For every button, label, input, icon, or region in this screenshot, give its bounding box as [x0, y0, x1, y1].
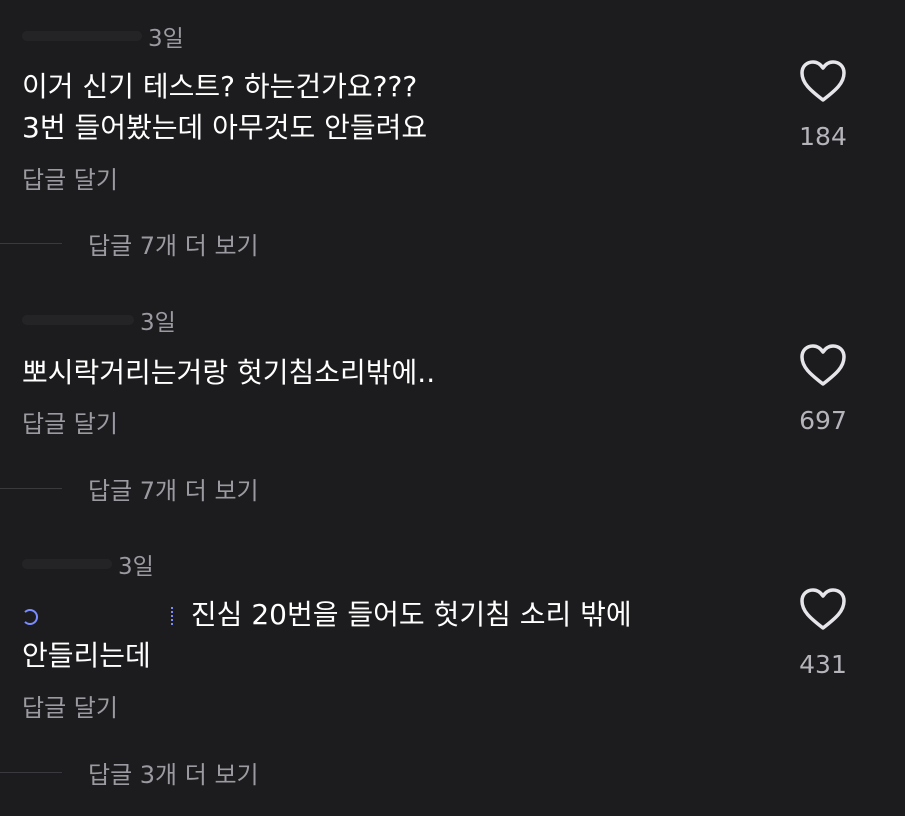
view-more-replies[interactable]: 답글 7개 더 보기	[0, 473, 259, 505]
reply-button[interactable]: 답글 달기	[22, 688, 118, 723]
comment-meta: 3일	[22, 306, 176, 336]
comment-line-2: 안들리는데	[22, 639, 151, 672]
comment-time: 3일	[148, 26, 184, 52]
comment-text: 진심 20번을 들어도 헛기침 소리 밖에 안들리는데	[22, 594, 722, 676]
comment-time: 3일	[118, 554, 154, 580]
comment-line-1: 진심 20번을 들어도 헛기침 소리 밖에	[190, 598, 632, 631]
like-button[interactable]: 697	[797, 342, 849, 435]
view-more-replies[interactable]: 답글 7개 더 보기	[0, 228, 259, 260]
like-count: 431	[799, 650, 847, 679]
comment-line-1: 뽀시락거리는거랑 헛기침소리밖에..	[22, 356, 436, 389]
heart-outline-icon	[800, 588, 846, 630]
divider-line	[0, 771, 62, 773]
mention-tail	[171, 607, 176, 625]
reply-button[interactable]: 답글 달기	[22, 404, 118, 439]
author-name[interactable]	[22, 315, 134, 325]
comment-meta: 3일	[22, 22, 184, 52]
like-count: 184	[799, 122, 847, 151]
comment-text: 뽀시락거리는거랑 헛기침소리밖에..	[22, 352, 722, 393]
view-more-replies[interactable]: 답글 3개 더 보기	[0, 757, 259, 789]
author-name[interactable]	[22, 559, 112, 569]
view-more-replies-label: 답글 7개 더 보기	[88, 476, 259, 505]
comment-time: 3일	[140, 310, 176, 336]
comment-text: 이거 신기 테스트? 하는건가요??? 3번 들어봤는데 아무것도 안들려요	[22, 66, 722, 148]
author-name[interactable]	[22, 31, 142, 41]
divider-line	[0, 242, 62, 244]
reply-button[interactable]: 답글 달기	[22, 160, 118, 195]
view-more-replies-label: 답글 7개 더 보기	[88, 231, 259, 260]
mention-icon	[22, 609, 38, 625]
heart-outline-icon	[800, 60, 846, 102]
like-button[interactable]: 184	[797, 58, 849, 151]
comment-line-1: 이거 신기 테스트? 하는건가요???	[22, 70, 418, 103]
mention-tag[interactable]	[22, 603, 182, 629]
view-more-replies-label: 답글 3개 더 보기	[88, 760, 259, 789]
heart-outline-icon	[800, 344, 846, 386]
divider-line	[0, 487, 62, 489]
comment-meta: 3일	[22, 550, 154, 580]
comment-line-2: 3번 들어봤는데 아무것도 안들려요	[22, 111, 428, 144]
like-button[interactable]: 431	[797, 586, 849, 679]
like-count: 697	[799, 406, 847, 435]
